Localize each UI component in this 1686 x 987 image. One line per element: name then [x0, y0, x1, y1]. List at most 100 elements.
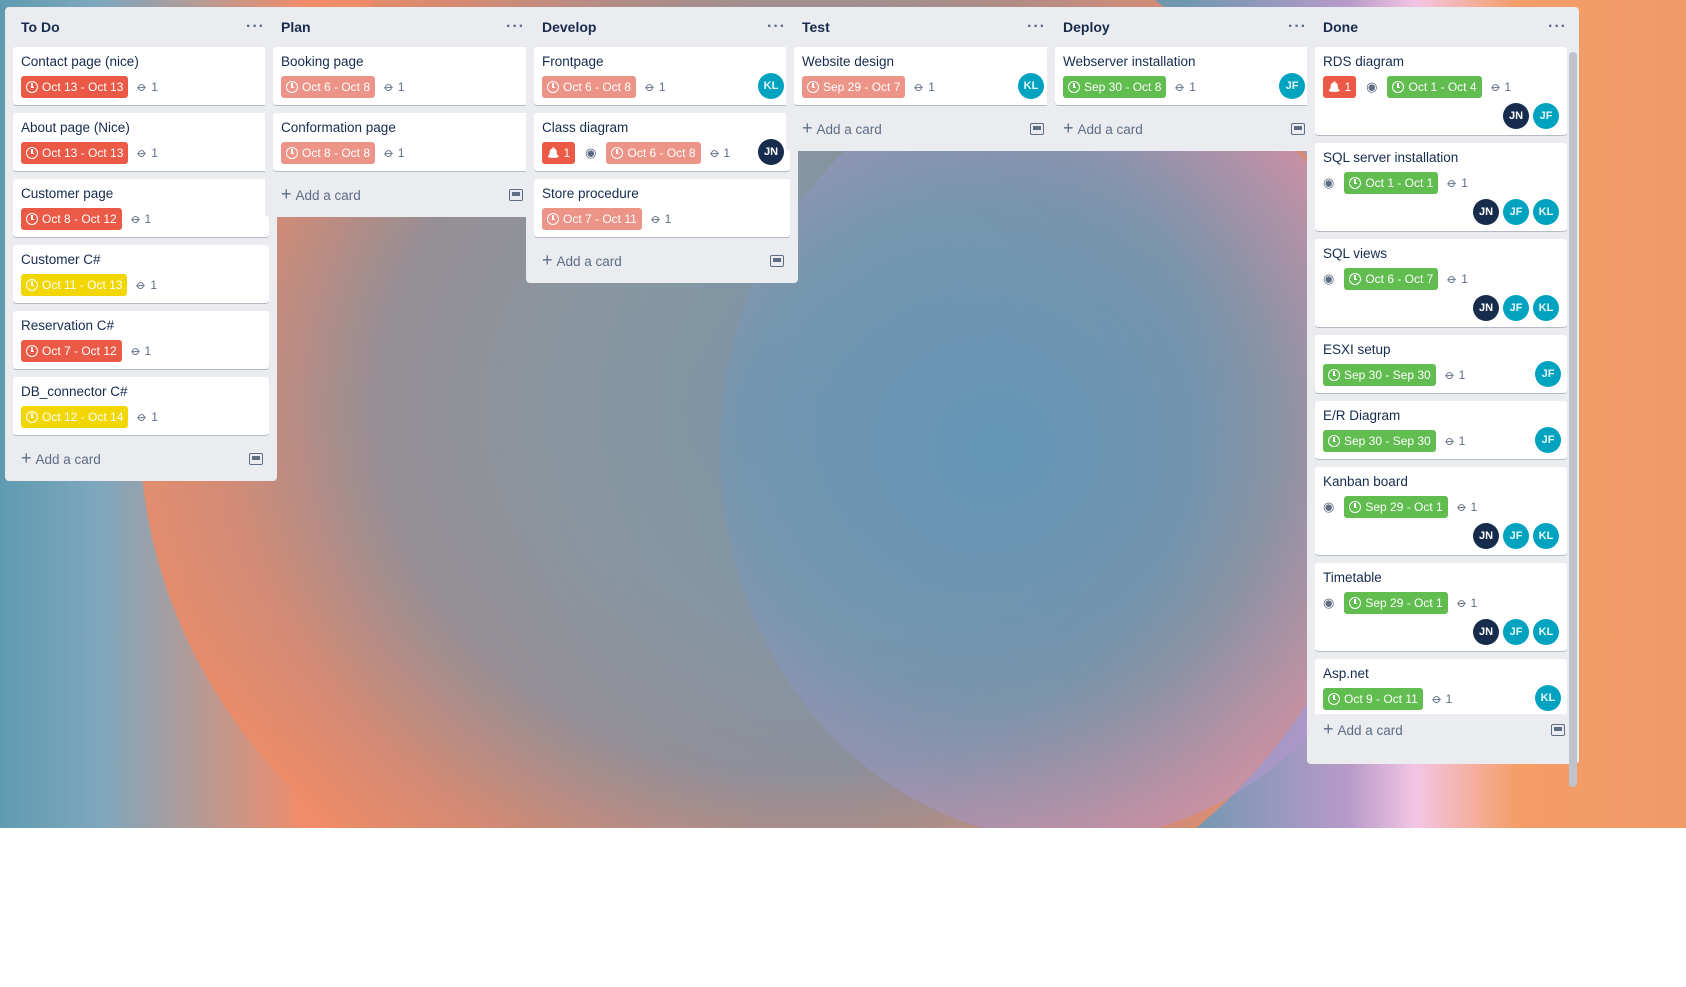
card[interactable]: Contact page (nice) Oct 13 - Oct 13 ⌀ 1 — [13, 47, 269, 105]
member-avatar-kl[interactable]: KL — [1533, 619, 1559, 645]
add-card-button[interactable]: + Add a card — [13, 443, 269, 475]
card-list: Booking page Oct 6 - Oct 8 ⌀ 1 Conformation … — [273, 47, 529, 171]
member-avatar-kl[interactable]: KL — [1533, 199, 1559, 225]
due-date-badge[interactable]: Oct 6 - Oct 8 — [606, 142, 701, 164]
member-avatar-jf[interactable]: JF — [1503, 295, 1529, 321]
member-avatar-jf[interactable]: JF — [1503, 199, 1529, 225]
due-date-badge[interactable]: Oct 8 - Oct 12 — [21, 208, 122, 230]
card[interactable]: SQL views ◉ Oct 6 - Oct 7 ⌀ 1 JN JF KL — [1315, 239, 1567, 327]
card[interactable]: Reservation C# Oct 7 - Oct 12 ⌀ 1 — [13, 311, 269, 369]
card-template-icon[interactable] — [1291, 123, 1305, 135]
list-title[interactable]: Done — [1323, 19, 1358, 35]
list-menu-button[interactable]: ··· — [506, 19, 525, 35]
card[interactable]: Booking page Oct 6 - Oct 8 ⌀ 1 — [273, 47, 529, 105]
plus-icon: + — [1063, 117, 1074, 138]
member-avatar-jn[interactable]: JN — [1473, 295, 1499, 321]
list-title[interactable]: Plan — [281, 19, 311, 35]
due-date-badge[interactable]: Sep 30 - Sep 30 — [1323, 364, 1436, 386]
attachment-badge: ⌀ 1 — [1445, 174, 1468, 191]
member-avatar-kl[interactable]: KL — [1533, 295, 1559, 321]
scrollbar-thumb[interactable] — [1569, 52, 1577, 787]
add-card-button[interactable]: + Add a card — [534, 245, 790, 277]
clock-icon — [807, 81, 819, 93]
due-date-badge[interactable]: Oct 1 - Oct 4 — [1387, 76, 1482, 98]
card-template-icon[interactable] — [1551, 724, 1565, 736]
card-template-icon[interactable] — [509, 189, 523, 201]
list-menu-button[interactable]: ··· — [767, 19, 786, 35]
member-avatar-jf[interactable]: JF — [1279, 73, 1305, 99]
member-avatar-jn[interactable]: JN — [1473, 523, 1499, 549]
member-avatar-jn[interactable]: JN — [1473, 619, 1499, 645]
add-card-button[interactable]: + Add a card — [1315, 714, 1571, 746]
card-template-icon[interactable] — [249, 453, 263, 465]
due-date-badge[interactable]: Oct 13 - Oct 13 — [21, 76, 129, 98]
member-avatar-jf[interactable]: JF — [1533, 103, 1559, 129]
list-menu-button[interactable]: ··· — [1548, 19, 1567, 35]
due-date-badge[interactable]: Oct 9 - Oct 11 — [1323, 688, 1423, 710]
due-date-badge[interactable]: Oct 13 - Oct 13 — [21, 142, 129, 164]
add-card-button[interactable]: + Add a card — [1055, 113, 1311, 145]
due-date-badge[interactable]: Oct 1 - Oct 1 — [1344, 172, 1439, 194]
member-avatar-jn[interactable]: JN — [1503, 103, 1529, 129]
attachment-badge: ⌀ 1 — [381, 144, 404, 161]
card[interactable]: Frontpage Oct 6 - Oct 8 ⌀ 1 KL — [534, 47, 790, 105]
list-title[interactable]: Test — [802, 19, 830, 35]
card[interactable]: E/R Diagram Sep 30 - Sep 30 ⌀ 1 JF — [1315, 401, 1567, 459]
watch-eye-icon: ◉ — [585, 145, 597, 160]
member-avatar-kl[interactable]: KL — [1018, 73, 1044, 99]
due-date-badge[interactable]: Oct 6 - Oct 8 — [542, 76, 637, 98]
due-date-badge[interactable]: Sep 29 - Oct 1 — [1344, 496, 1448, 518]
member-avatar-kl[interactable]: KL — [1535, 685, 1561, 711]
member-avatar-jn[interactable]: JN — [758, 139, 784, 165]
member-avatar-kl[interactable]: KL — [758, 73, 784, 99]
paperclip-icon: ⌀ — [134, 78, 151, 95]
list-title[interactable]: Develop — [542, 19, 596, 35]
due-date-badge[interactable]: Oct 12 - Oct 14 — [21, 406, 129, 428]
list-menu-button[interactable]: ··· — [1288, 19, 1307, 35]
card[interactable]: Class diagram 🔔 1 ◉ Oct 6 - Oct 8 ⌀ 1 JN — [534, 113, 790, 171]
member-avatar-kl[interactable]: KL — [1533, 523, 1559, 549]
list-scrollbar[interactable] — [1569, 52, 1577, 787]
card[interactable]: DB_connector C# Oct 12 - Oct 14 ⌀ 1 — [13, 377, 269, 435]
due-date-badge[interactable]: Oct 11 - Oct 13 — [21, 274, 128, 296]
member-avatar-jf[interactable]: JF — [1503, 523, 1529, 549]
card[interactable]: Kanban board ◉ Sep 29 - Oct 1 ⌀ 1 JN JF KL — [1315, 467, 1567, 555]
member-avatar-jf[interactable]: JF — [1535, 427, 1561, 453]
member-avatar-jf[interactable]: JF — [1503, 619, 1529, 645]
card-template-icon[interactable] — [770, 255, 784, 267]
card-badges: Oct 8 - Oct 8 ⌀ 1 — [281, 141, 521, 165]
card[interactable]: RDS diagram 🔔 1 ◉ Oct 1 - Oct 4 ⌀ 1 JN JF — [1315, 47, 1567, 135]
card[interactable]: Store procedure Oct 7 - Oct 11 ⌀ 1 — [534, 179, 790, 237]
due-date-badge[interactable]: Oct 6 - Oct 8 — [281, 76, 376, 98]
due-date-badge[interactable]: Oct 6 - Oct 7 — [1344, 268, 1439, 290]
due-date-badge[interactable]: Sep 29 - Oct 1 — [1344, 592, 1448, 614]
card[interactable]: Webserver installation Sep 30 - Oct 8 ⌀ 1 JF — [1055, 47, 1311, 105]
list-title[interactable]: To Do — [21, 19, 60, 35]
due-date-badge[interactable]: Oct 7 - Oct 12 — [21, 340, 122, 362]
member-avatar-jf[interactable]: JF — [1535, 361, 1561, 387]
add-card-button[interactable]: + Add a card — [273, 179, 529, 211]
due-date-badge[interactable]: Sep 29 - Oct 7 — [802, 76, 906, 98]
card-template-icon[interactable] — [1030, 123, 1044, 135]
card[interactable]: Conformation page Oct 8 - Oct 8 ⌀ 1 — [273, 113, 529, 171]
card[interactable]: ESXI setup Sep 30 - Sep 30 ⌀ 1 JF — [1315, 335, 1567, 393]
member-avatar-jn[interactable]: JN — [1473, 199, 1499, 225]
due-date-badge[interactable]: Oct 8 - Oct 8 — [281, 142, 376, 164]
card[interactable]: About page (Nice) Oct 13 - Oct 13 ⌀ 1 — [13, 113, 269, 171]
card-list: Website design Sep 29 - Oct 7 ⌀ 1 KL — [794, 47, 1050, 105]
list-menu-button[interactable]: ··· — [1027, 19, 1046, 35]
card[interactable]: SQL server installation ◉ Oct 1 - Oct 1 ⌀ 1 J… — [1315, 143, 1567, 231]
card[interactable]: Asp.net Oct 9 - Oct 11 ⌀ 1 KL — [1315, 659, 1567, 714]
card[interactable]: Website design Sep 29 - Oct 7 ⌀ 1 KL — [794, 47, 1050, 105]
attachment-count: 1 — [928, 80, 935, 94]
card[interactable]: Timetable ◉ Sep 29 - Oct 1 ⌀ 1 JN JF KL — [1315, 563, 1567, 651]
add-card-button[interactable]: + Add a card — [794, 113, 1050, 145]
card[interactable]: Customer page Oct 8 - Oct 12 ⌀ 1 — [13, 179, 269, 237]
card[interactable]: Customer C# Oct 11 - Oct 13 ⌀ 1 — [13, 245, 269, 303]
list-title[interactable]: Deploy — [1063, 19, 1110, 35]
due-date-badge[interactable]: Sep 30 - Oct 8 — [1063, 76, 1167, 98]
due-date-text: Oct 6 - Oct 8 — [302, 80, 371, 94]
due-date-badge[interactable]: Oct 7 - Oct 11 — [542, 208, 642, 230]
due-date-badge[interactable]: Sep 30 - Sep 30 — [1323, 430, 1436, 452]
list-menu-button[interactable]: ··· — [246, 19, 265, 35]
